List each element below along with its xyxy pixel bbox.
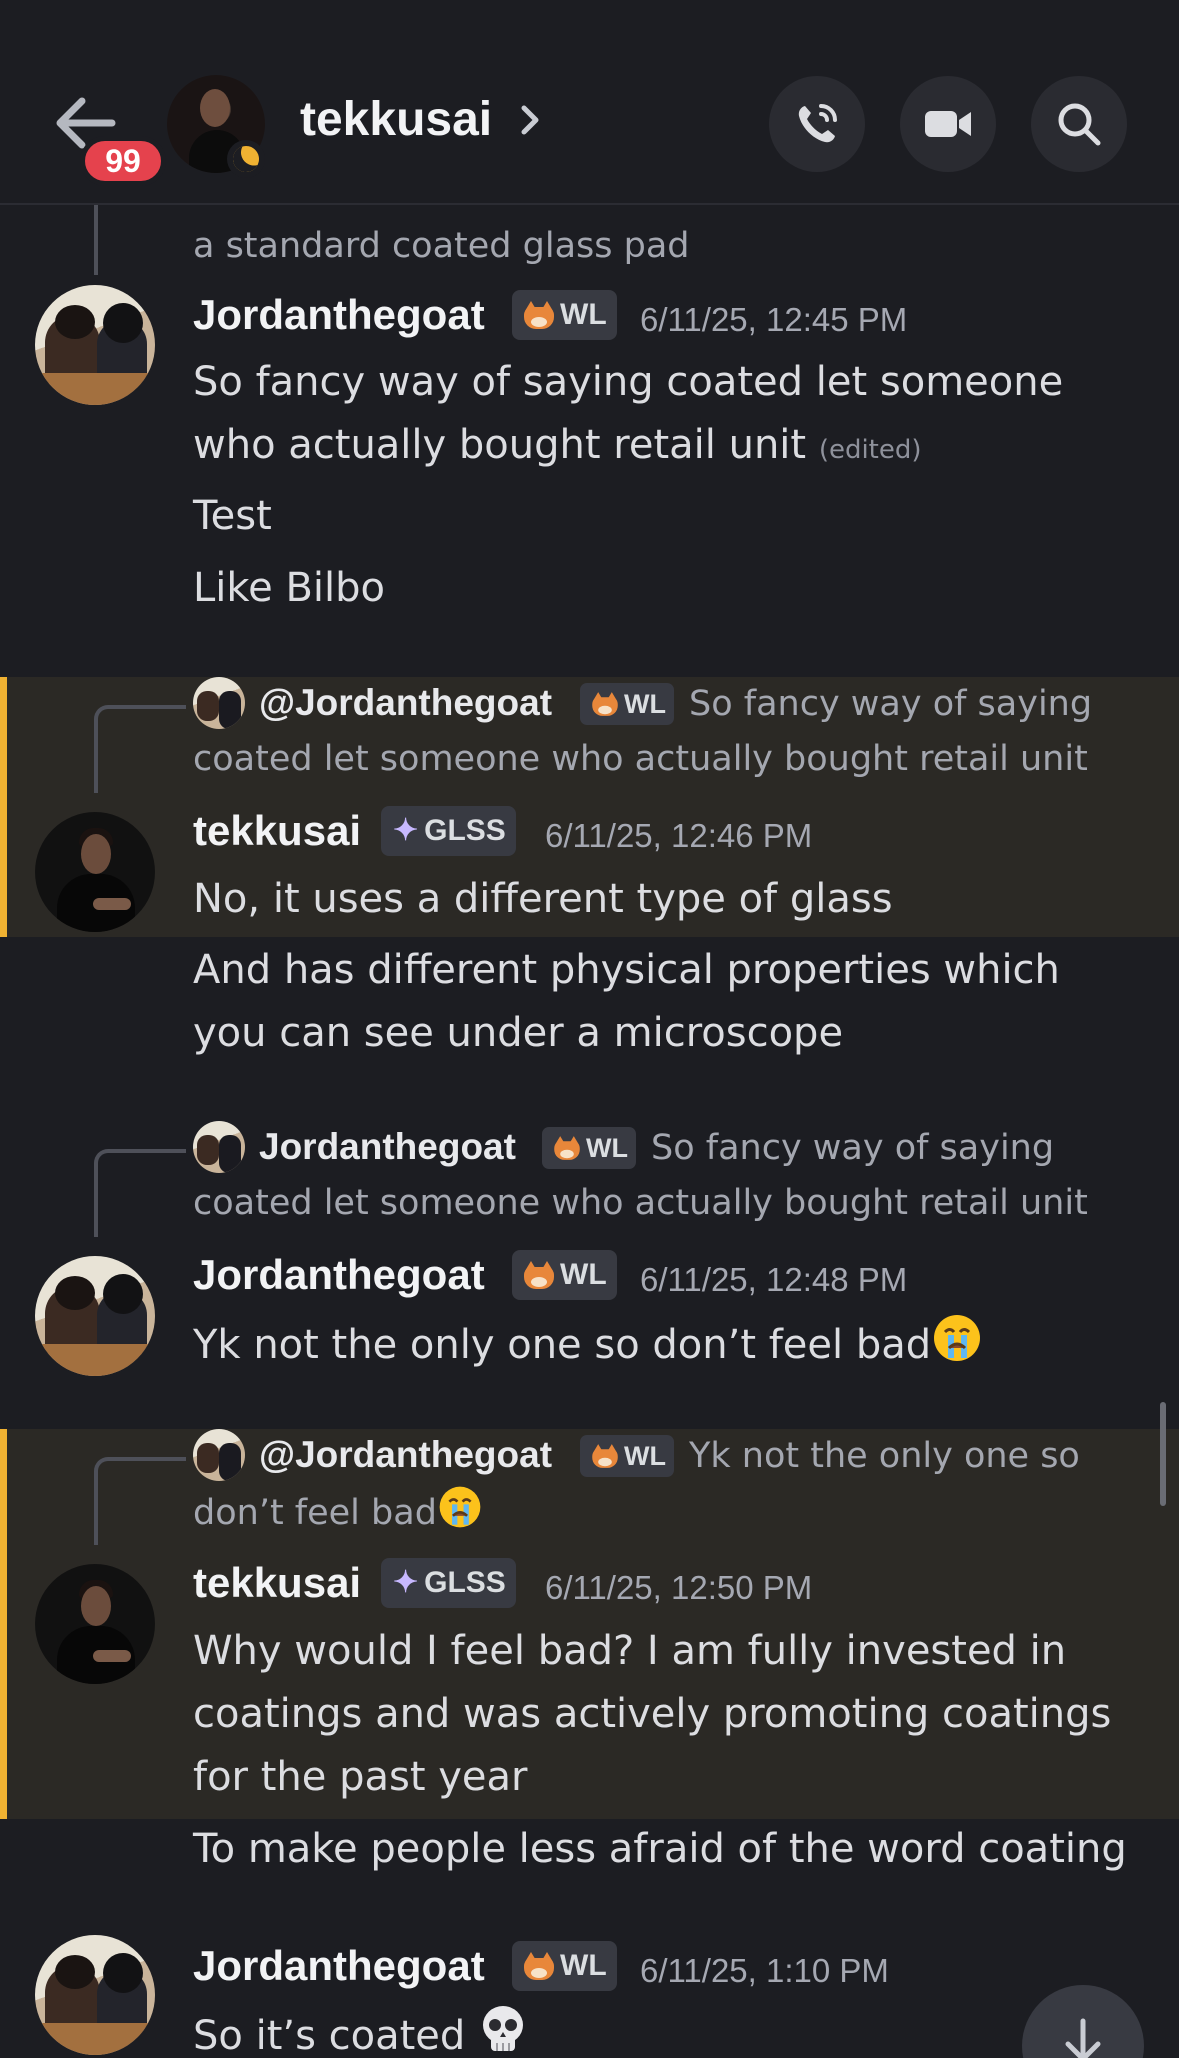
message-text-line: Yk not the only one so don’t feel bad [193, 1322, 932, 1368]
reply-connector [94, 1149, 186, 1237]
reply-connector [94, 705, 186, 793]
reply-connector [94, 205, 186, 275]
message-text: Test [193, 493, 272, 539]
message-timestamp: 6/11/25, 12:45 PM [640, 301, 908, 338]
scrollbar-thumb[interactable] [1160, 1402, 1166, 1506]
message-author[interactable]: Jordanthegoat [193, 1251, 485, 1299]
reply-preview-text[interactable]: Yk not the only one so [689, 1429, 1080, 1484]
reply-avatar [193, 677, 245, 729]
reply-preview-text[interactable]: don’t feel bad [193, 1484, 483, 1547]
reply-preview-text[interactable]: coated let someone who actually bought r… [193, 1176, 1088, 1231]
reply-role-tag-label: WL [624, 1440, 666, 1471]
avatar[interactable] [35, 1935, 155, 2055]
fox-icon [524, 301, 554, 329]
message-text: And has different physical properties wh… [193, 947, 1060, 993]
message-list[interactable]: a standard coated glass pad Jordanthegoa… [0, 205, 1179, 2058]
chevron-right-icon[interactable] [518, 102, 544, 138]
role-tag-label: WL [560, 1949, 607, 1982]
message-text: So fancy way of saying coated let someon… [193, 359, 1064, 405]
skull-emoji [478, 2003, 528, 2058]
reply-preview-line: don’t feel bad [193, 1493, 437, 1533]
role-tag-label: WL [560, 298, 607, 331]
sparkle-icon: ✦ [393, 814, 419, 847]
message-text: So it’s coated [193, 2003, 528, 2058]
fox-icon [524, 1261, 554, 1289]
crying-face-emoji [437, 1484, 483, 1547]
search-icon [1058, 103, 1101, 146]
channel-title[interactable]: tekkusai [300, 92, 492, 147]
unread-badge: 99 [80, 136, 166, 186]
message-author[interactable]: tekkusai [193, 1559, 361, 1607]
avatar[interactable] [35, 285, 155, 405]
reply-author[interactable]: @Jordanthegoat [259, 682, 552, 724]
message-author[interactable]: Jordanthegoat [193, 291, 485, 339]
message-timestamp: 6/11/25, 1:10 PM [640, 1952, 889, 1989]
message-text: who actually bought retail unit (edited) [193, 414, 922, 482]
search-button[interactable] [1031, 76, 1127, 172]
arrow-down-icon [1065, 2018, 1101, 2058]
crying-face-emoji [931, 1312, 983, 1383]
edited-label: (edited) [818, 435, 922, 465]
reply-author[interactable]: @Jordanthegoat [259, 1434, 552, 1476]
message-timestamp: 6/11/25, 12:50 PM [545, 1569, 813, 1606]
role-tag[interactable]: WL [512, 290, 617, 340]
video-call-button[interactable] [900, 76, 996, 172]
reply-author[interactable]: Jordanthegoat [259, 1126, 516, 1168]
reply-preview-text[interactable]: coated let someone who actually bought r… [193, 732, 1088, 787]
message-text: Why would I feel bad? I am fully investe… [193, 1628, 1067, 1674]
fox-icon [592, 1444, 618, 1468]
reply-avatar [193, 1121, 245, 1173]
message-text: To make people less afraid of the word c… [193, 1826, 1127, 1872]
fox-icon [524, 1952, 554, 1980]
role-tag-label: WL [560, 1258, 607, 1291]
avatar[interactable] [35, 1564, 155, 1684]
message-text-line: So it’s coated [193, 2013, 479, 2058]
role-tag-label: GLSS [424, 814, 506, 847]
reply-role-tag-label: WL [586, 1132, 628, 1163]
fox-icon [592, 692, 618, 716]
reply-preview-text: a standard coated glass pad [193, 226, 690, 266]
voice-call-button[interactable] [769, 76, 865, 172]
message-author[interactable]: Jordanthegoat [193, 1942, 485, 1990]
message-text: Yk not the only one so don’t feel bad [193, 1312, 983, 1383]
video-camera-icon [925, 111, 971, 137]
reply-role-tag: WL [542, 1127, 636, 1169]
sparkle-icon: ✦ [393, 1566, 419, 1599]
reply-role-tag: WL [580, 683, 674, 725]
message-author[interactable]: tekkusai [193, 807, 361, 855]
message-text-line: who actually bought retail unit [193, 422, 807, 468]
reply-connector [94, 1457, 186, 1545]
message-timestamp: 6/11/25, 12:46 PM [545, 817, 813, 854]
role-tag[interactable]: ✦ GLSS [381, 1558, 516, 1608]
reply-preview-text[interactable]: So fancy way of saying [651, 1121, 1054, 1176]
role-tag[interactable]: ✦ GLSS [381, 806, 516, 856]
message-text: you can see under a microscope [193, 1010, 844, 1056]
fox-icon [554, 1136, 580, 1160]
role-tag[interactable]: WL [512, 1941, 617, 1991]
phone-icon [798, 104, 837, 143]
message-text: No, it uses a different type of glass [193, 876, 893, 922]
message-text: for the past year [193, 1754, 528, 1800]
reply-preview-text[interactable]: So fancy way of saying [689, 677, 1092, 732]
reply-avatar [193, 1429, 245, 1481]
avatar[interactable] [35, 812, 155, 932]
reply-role-tag-label: WL [624, 688, 666, 719]
role-tag-label: GLSS [424, 1566, 506, 1599]
role-tag[interactable]: WL [512, 1250, 617, 1300]
message-text: Like Bilbo [193, 565, 385, 611]
chat-header: 99 tekkusai [0, 0, 1179, 205]
message-timestamp: 6/11/25, 12:48 PM [640, 1261, 908, 1298]
avatar[interactable] [35, 1256, 155, 1376]
message-text: coatings and was actively promoting coat… [193, 1691, 1112, 1737]
idle-status-icon [227, 140, 265, 178]
reply-role-tag: WL [580, 1435, 674, 1477]
